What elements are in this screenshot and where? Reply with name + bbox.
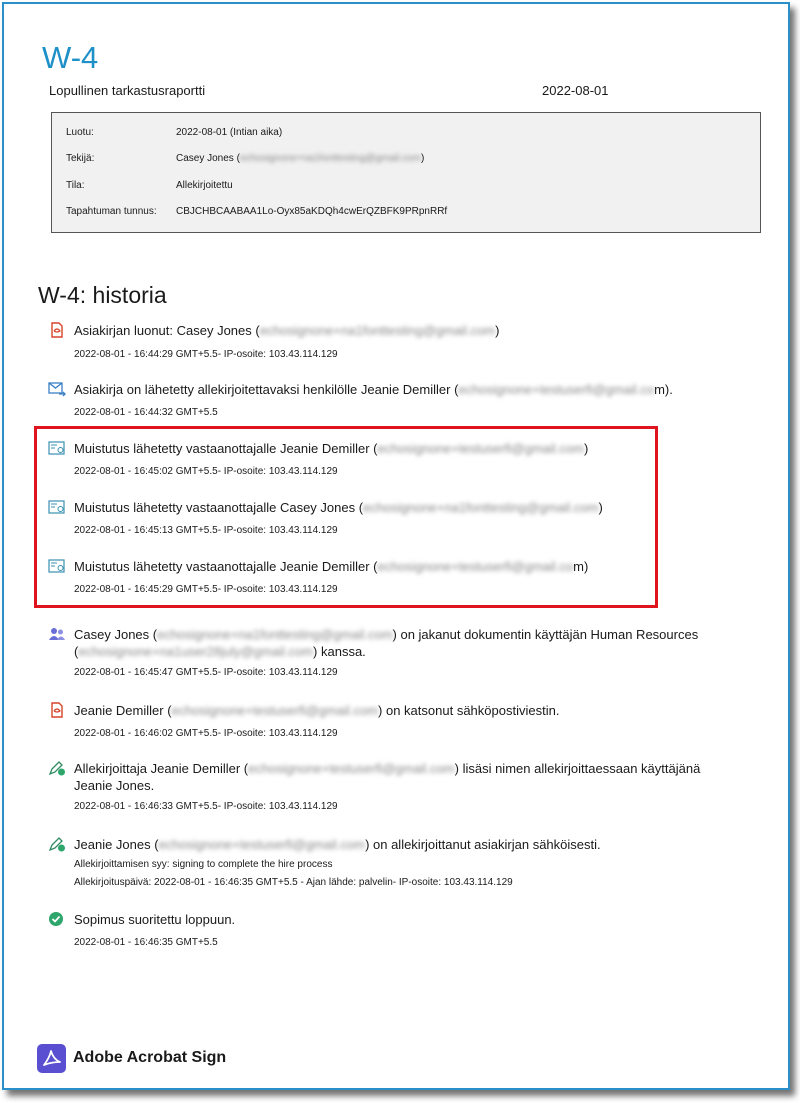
event-meta: 2022-08-01 - 16:46:33 GMT+5.5- IP-osoite…	[74, 801, 338, 812]
event-email: echosignone+testuserfi@gmail.co	[458, 382, 655, 397]
history-title: W-4: historia	[38, 282, 167, 308]
event-meta-signdate: Allekirjoituspäivä: 2022-08-01 - 16:46:3…	[74, 877, 513, 888]
check-circle-icon	[49, 912, 63, 926]
adobe-acrobat-logo-icon	[37, 1044, 66, 1073]
event-meta: 2022-08-01 - 16:46:02 GMT+5.5- IP-osoite…	[74, 728, 338, 739]
event-text: Jeanie Demiller (echosignone+testuserfi@…	[74, 703, 560, 718]
shared-users-icon	[49, 628, 65, 640]
event-text: Casey Jones (echosignone+na1fonttesting@…	[74, 627, 699, 659]
audit-report-page: W-4 Lopullinen tarkastusraportti 2022-08…	[2, 2, 790, 1090]
document-created-icon	[51, 322, 63, 338]
event-text: Allekirjoittaja Jeanie Demiller (echosig…	[74, 761, 701, 793]
event-email: echosignone+na1fonttesting@gmail.com	[157, 627, 393, 642]
report-date: 2022-08-01	[542, 83, 609, 98]
document-info-box: Luotu: 2022-08-01 (Intian aika) Tekijä: …	[51, 112, 761, 233]
event-meta-reason: Allekirjoittamisen syy: signing to compl…	[74, 859, 333, 870]
event-text: Asiakirjan luonut: Casey Jones (echosign…	[74, 323, 500, 338]
report-subtitle: Lopullinen tarkastusraportti	[49, 83, 206, 98]
event-text: Asiakirja on lähetetty allekirjoitettava…	[74, 382, 673, 397]
event-email: echosignone+testuserfi@gmail.com	[158, 837, 366, 852]
event-email: echosignone+testuserfi@gmail.com	[248, 761, 455, 776]
reminders-highlight-box	[34, 426, 658, 608]
event-email: echosignone+na1fonttesting@gmail.com	[259, 323, 496, 338]
author-value: Casey Jones (echosignone+na1fonttesting@…	[176, 153, 424, 164]
status-value: Allekirjoitettu	[176, 180, 233, 191]
signature-pen-icon	[48, 761, 65, 776]
event-text: Jeanie Jones (echosignone+testuserfi@gma…	[74, 837, 601, 852]
created-label: Luotu:	[66, 127, 94, 138]
author-name: Casey Jones (	[176, 153, 240, 164]
author-label: Tekijä:	[66, 153, 95, 164]
created-value: 2022-08-01 (Intian aika)	[176, 127, 283, 138]
event-email-2: echosignone+na1user28july@gmail.com	[78, 644, 314, 659]
event-meta: 2022-08-01 - 16:44:32 GMT+5.5	[74, 407, 218, 418]
document-title: W-4	[42, 40, 99, 75]
status-label: Tila:	[66, 180, 85, 191]
event-meta: 2022-08-01 - 16:45:47 GMT+5.5- IP-osoite…	[74, 667, 338, 678]
author-email: echosignone+na1fonttesting@gmail.com	[239, 153, 422, 164]
event-email: echosignone+testuserfi@gmail.com	[171, 703, 379, 718]
email-sent-icon	[48, 382, 66, 397]
event-meta: 2022-08-01 - 16:44:29 GMT+5.5- IP-osoite…	[74, 349, 338, 360]
author-close: )	[421, 153, 425, 164]
transaction-label: Tapahtuman tunnus:	[66, 206, 157, 217]
footer-brand: Adobe Acrobat Sign	[73, 1049, 227, 1066]
document-viewed-icon	[51, 702, 63, 718]
transaction-id: CBJCHBCAABAA1Lo-Oyx85aKDQh4cwErQZBFK9PRp…	[176, 206, 448, 217]
event-text: Sopimus suoritettu loppuun.	[74, 912, 236, 927]
signature-pen-icon	[48, 837, 65, 852]
event-meta: 2022-08-01 - 16:46:35 GMT+5.5	[74, 937, 218, 948]
